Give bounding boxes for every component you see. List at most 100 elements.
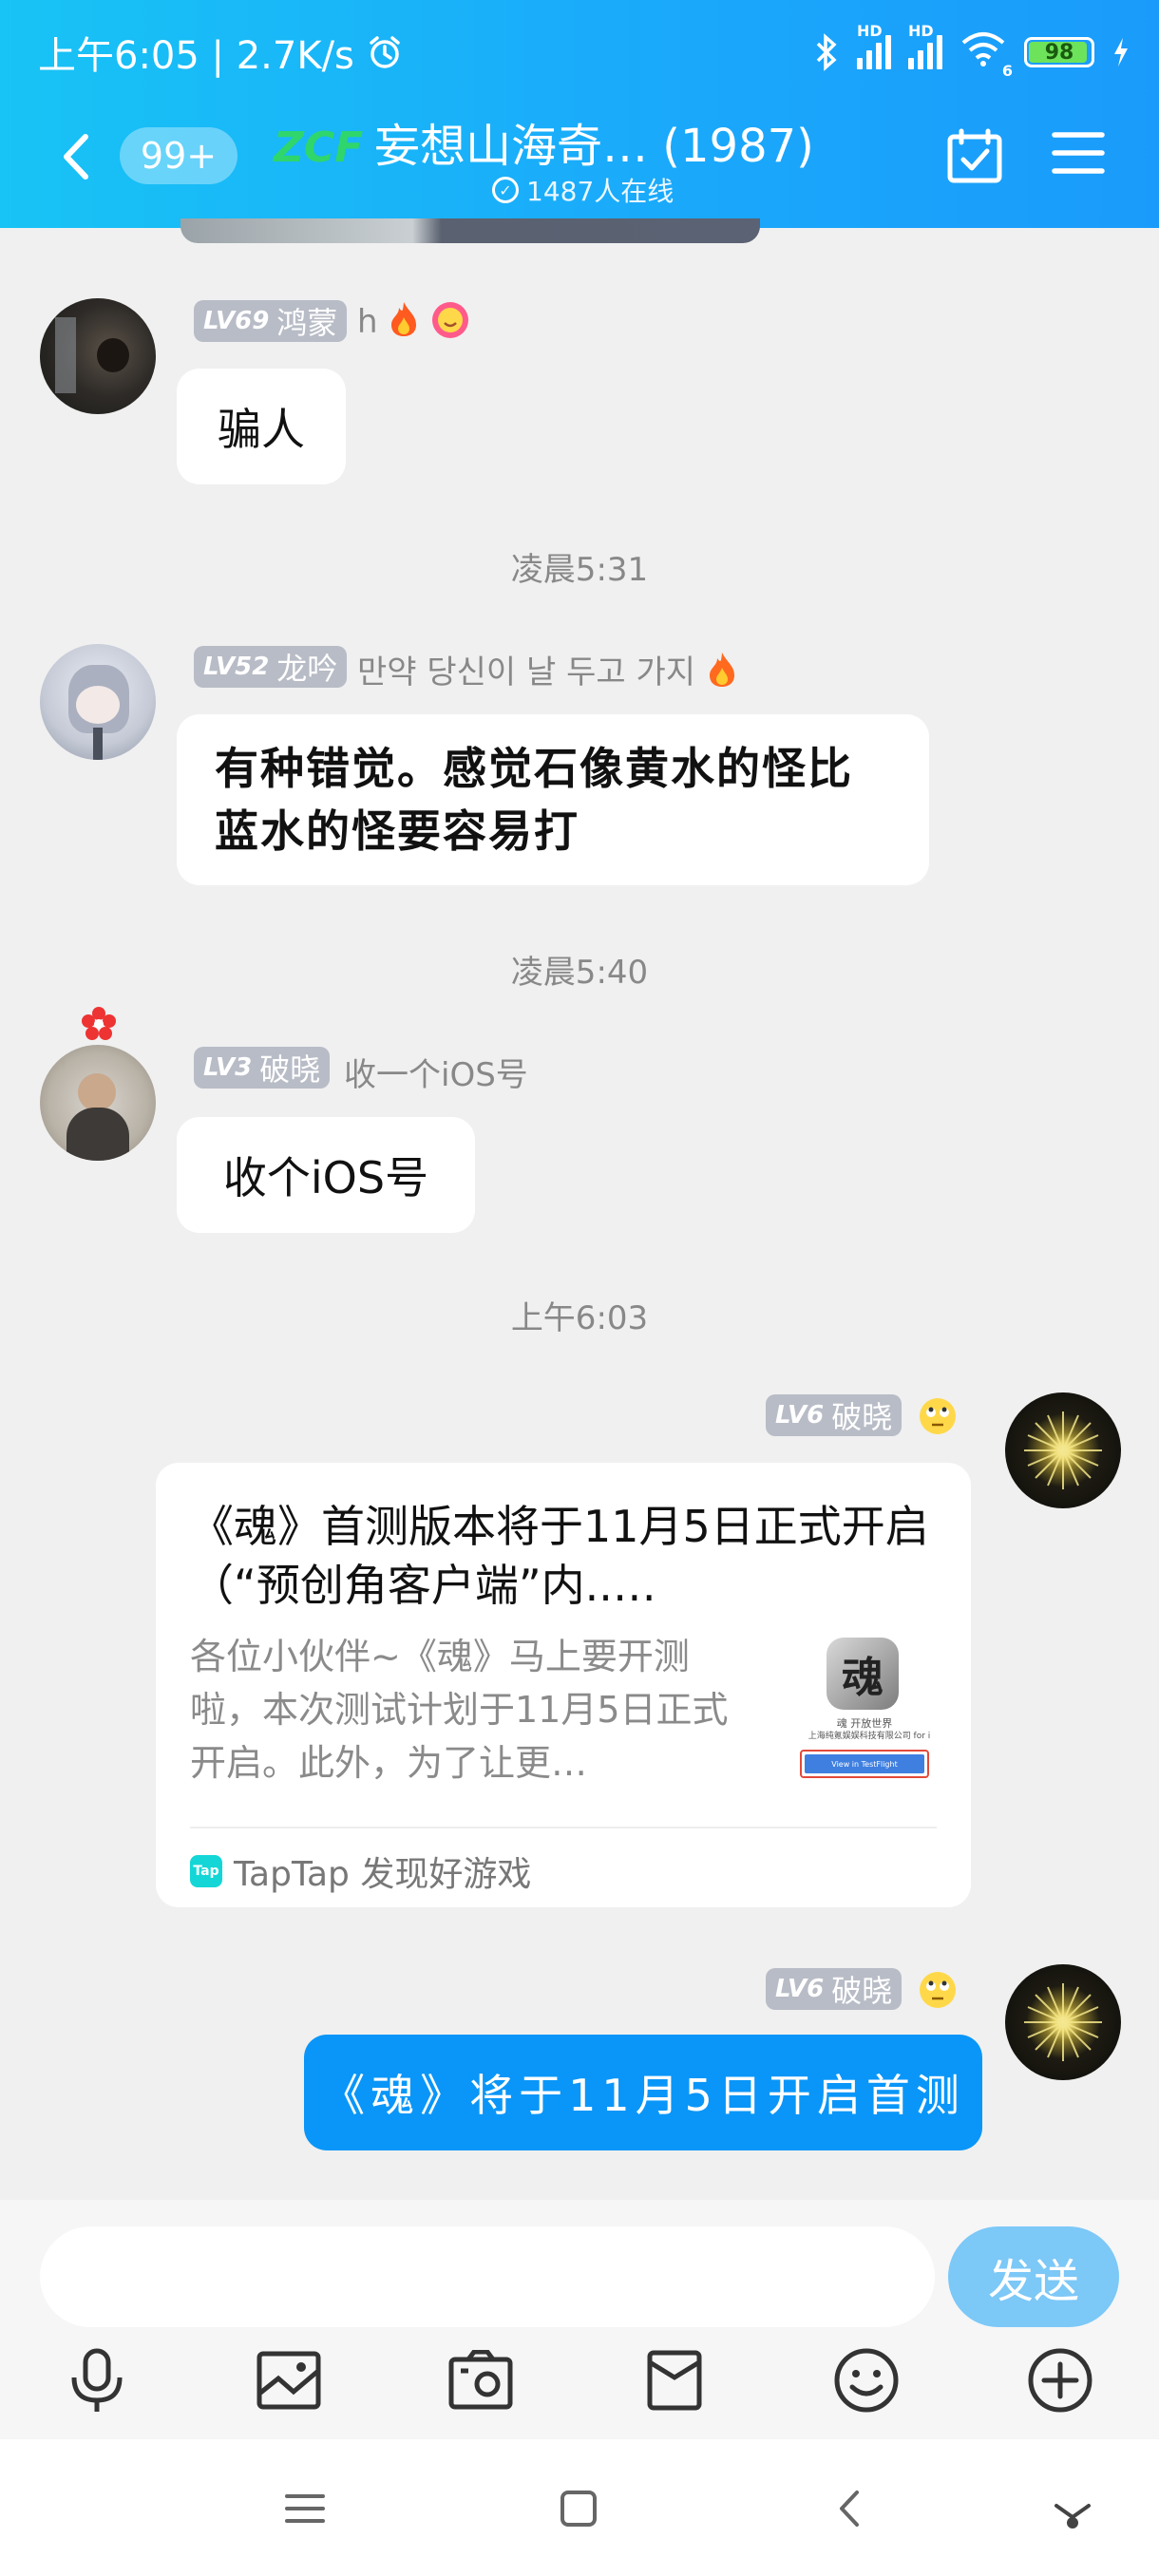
smile-badge-icon	[432, 302, 469, 338]
status-left: 上午6:05 | 2.7K/s	[38, 25, 404, 80]
message-text: 收个iOS号	[222, 1152, 429, 1203]
send-button[interactable]: 发送	[948, 2226, 1119, 2327]
charging-icon	[1114, 38, 1128, 66]
red-packet-icon	[647, 2350, 702, 2411]
assistant-icon[interactable]	[1049, 2485, 1096, 2532]
signal-bars-1-icon	[857, 35, 891, 69]
link-share-card[interactable]: 《魂》首测版本将于11月5日正式开启（“预创角客户端”内..… 各位小伙伴~《魂…	[156, 1463, 971, 1907]
sender-name: 龙吟	[276, 651, 338, 687]
signal-1: HD	[857, 22, 891, 69]
microphone-icon	[71, 2348, 123, 2412]
timestamp: 凌晨5:40	[510, 954, 649, 992]
thumb-button: View in TestFlight	[805, 1754, 924, 1773]
level-text: LV69	[203, 307, 270, 335]
card-source-text: TapTap 发现好游戏	[234, 1855, 532, 1894]
message-text: 骗人	[218, 404, 305, 455]
timestamp: 凌晨5:31	[510, 551, 649, 589]
sunburst-icon	[1024, 1983, 1102, 2061]
emoji-button[interactable]	[828, 2342, 904, 2418]
image-icon	[256, 2351, 321, 2410]
fire-icon	[391, 302, 417, 336]
sender-signature: h	[357, 300, 470, 341]
avatar[interactable]	[1005, 1392, 1121, 1508]
status-bar: 上午6:05 | 2.7K/s HD HD 6 98	[38, 22, 1130, 80]
status-right: HD HD 6 98	[813, 22, 1130, 80]
input-area: 发送	[0, 2200, 1159, 2439]
level-badge: LV6 破晓	[766, 1968, 902, 2010]
level-text: LV6	[775, 1975, 825, 2003]
group-title[interactable]: 妄想山海奇… (1987)	[374, 108, 814, 175]
message-bubble[interactable]: 收个iOS号	[177, 1117, 475, 1233]
network-type-2: HD	[908, 22, 934, 40]
wifi-icon	[961, 31, 1005, 66]
wifi: 6	[960, 31, 1013, 80]
bluetooth-icon	[816, 33, 837, 71]
signature-text: h	[357, 303, 378, 341]
avatar[interactable]	[40, 298, 156, 414]
online-count: ✓ 1487人在线	[492, 171, 674, 209]
previous-image-message[interactable]	[180, 218, 760, 243]
thumb-caption-2: 上海纯氪娱娱科技有限公司 for i	[808, 1732, 931, 1741]
message-input[interactable]	[40, 2226, 935, 2327]
sunburst-icon	[1024, 1411, 1102, 1489]
level-badge: LV6 破晓	[766, 1394, 902, 1436]
sender-name: 破晓	[259, 1051, 321, 1088]
unread-badge[interactable]: 99+	[120, 127, 238, 184]
card-description: 各位小伙伴~《魂》马上要开测啦，本次测试计划于11月5日正式开启。此外，为了让更…	[190, 1636, 729, 1784]
card-divider	[190, 1827, 937, 1828]
sender-name: 破晓	[831, 1399, 893, 1435]
message-bubble[interactable]: 骗人	[177, 369, 346, 484]
plus-icon	[1028, 2348, 1092, 2413]
calendar-check-icon[interactable]	[946, 127, 1003, 184]
sender-signature: 만약 당신이 날 두고 가지	[357, 646, 738, 692]
sender-name: 破晓	[831, 1973, 893, 2009]
card-source: Tap TapTap 发现好游戏	[190, 1847, 531, 1896]
online-check-icon: ✓	[492, 177, 519, 203]
level-text: LV52	[203, 653, 270, 681]
nav-home-icon[interactable]	[555, 2485, 602, 2532]
online-count-text: 1487人在线	[526, 176, 674, 207]
level-badge: LV3 破晓	[194, 1047, 331, 1089]
card-title: 《魂》首测版本将于11月5日正式开启（“预创角客户端”内..…	[190, 1501, 929, 1611]
level-badge: LV52 龙吟	[194, 646, 348, 688]
network-type-1: HD	[857, 22, 883, 40]
title-bar: 99+ ZCF 妄想山海奇… (1987) ✓ 1487人在线	[0, 95, 1159, 218]
signal-bars-2-icon	[908, 35, 942, 69]
avatar[interactable]	[40, 644, 156, 760]
image-button[interactable]	[251, 2342, 327, 2418]
red-packet-button[interactable]	[636, 2342, 712, 2418]
message-text: 有种错觉。感觉石像黄水的怪比蓝水的怪要容易打	[215, 743, 853, 857]
flower-decoration-icon	[82, 1007, 116, 1040]
avatar[interactable]	[40, 1045, 156, 1161]
battery-level: 98	[1044, 40, 1074, 65]
level-text: LV6	[775, 1401, 825, 1430]
camera-button[interactable]	[443, 2342, 519, 2418]
game-app-icon: 魂	[826, 1638, 899, 1710]
sender-name: 鸿蒙	[276, 305, 338, 341]
rolling-eyes-emoji-icon	[920, 1398, 956, 1434]
group-logo-icon: ZCF	[272, 123, 363, 172]
level-text: LV3	[203, 1053, 253, 1082]
nav-back-icon[interactable]	[826, 2485, 874, 2532]
voice-button[interactable]	[59, 2342, 135, 2418]
chat-header: 上午6:05 | 2.7K/s HD HD 6 98 99+ ZCF 妄想山海奇…	[0, 0, 1159, 228]
status-time-speed: 上午6:05 | 2.7K/s	[38, 34, 354, 78]
fire-icon	[709, 653, 734, 687]
battery-indicator: 98	[1024, 37, 1094, 67]
nav-menu-icon[interactable]	[281, 2485, 329, 2532]
taptap-icon: Tap	[190, 1855, 222, 1887]
message-bubble[interactable]: 有种错觉。感觉石像黄水的怪比蓝水的怪要容易打	[177, 714, 929, 885]
more-button[interactable]	[1022, 2342, 1098, 2418]
thumb-button-frame: View in TestFlight	[800, 1750, 929, 1778]
level-badge: LV69 鸿蒙	[194, 300, 348, 342]
menu-icon[interactable]	[1051, 129, 1106, 177]
message-text: 《魂》将于11月5日开启首测	[321, 2070, 965, 2121]
my-message-bubble[interactable]: 《魂》将于11月5日开启首测	[304, 2035, 982, 2150]
timestamp: 上午6:03	[510, 1299, 649, 1337]
group-logo-text: ZCF	[272, 123, 363, 172]
sender-signature: 收一个iOS号	[344, 1056, 528, 1094]
avatar[interactable]	[1005, 1964, 1121, 2080]
camera-icon	[448, 2350, 513, 2410]
emoji-icon	[834, 2348, 899, 2413]
back-icon[interactable]	[57, 133, 95, 180]
